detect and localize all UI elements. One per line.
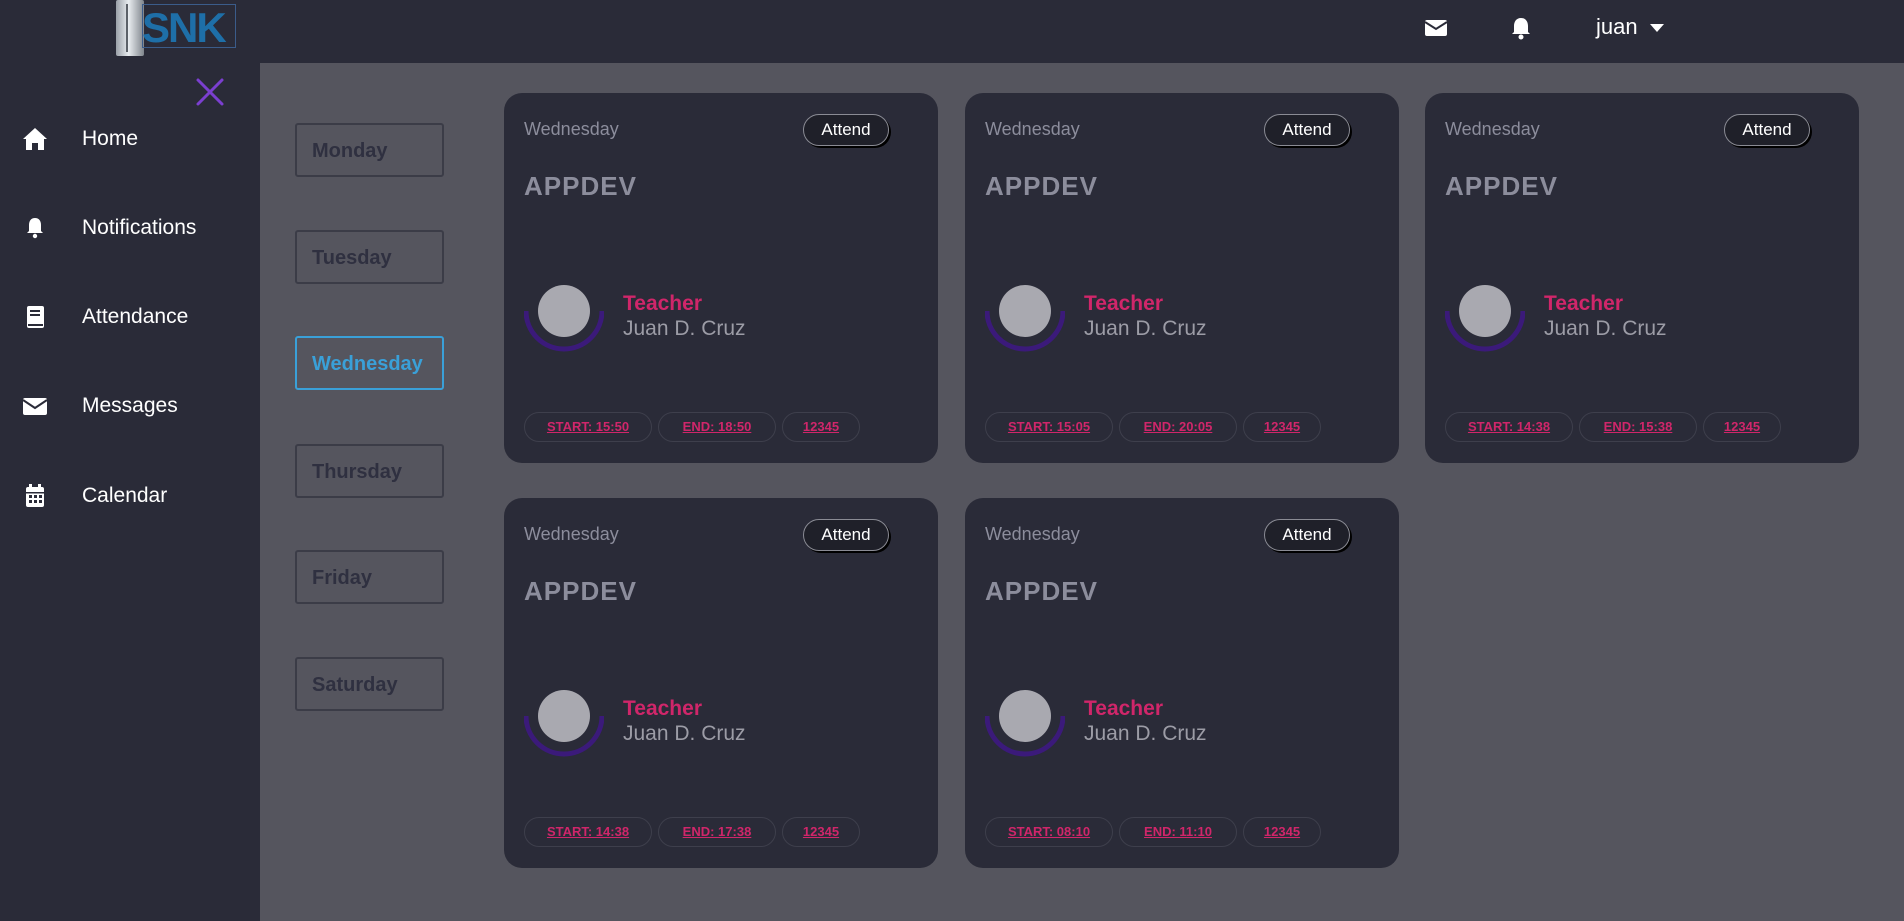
sidebar-item-calendar[interactable]: Calendar xyxy=(0,471,260,521)
teacher-avatar xyxy=(984,283,1066,363)
app-logo[interactable]: SNK xyxy=(112,0,236,56)
avatar xyxy=(538,690,590,742)
teacher-avatar xyxy=(523,283,605,363)
attend-button[interactable]: Attend xyxy=(803,114,889,146)
envelope-icon xyxy=(22,398,48,415)
day-button-saturday[interactable]: Saturday xyxy=(295,657,444,711)
class-card: Wednesday Attend APPDEV Teacher Juan D. … xyxy=(1425,93,1859,463)
class-card: Wednesday Attend APPDEV Teacher Juan D. … xyxy=(504,498,938,868)
teacher-name: Juan D. Cruz xyxy=(1544,317,1667,340)
day-button-friday[interactable]: Friday xyxy=(295,550,444,604)
teacher-label: Teacher xyxy=(1084,292,1163,315)
class-code-link[interactable]: 12345 xyxy=(1243,412,1321,442)
teacher-label: Teacher xyxy=(623,292,702,315)
card-day-label: Wednesday xyxy=(524,524,619,544)
sidebar-item-notifications[interactable]: Notifications xyxy=(0,203,260,253)
close-icon[interactable] xyxy=(195,77,225,107)
book-icon xyxy=(27,306,44,328)
start-time-link[interactable]: START: 15:50 xyxy=(524,412,652,442)
day-button-tuesday[interactable]: Tuesday xyxy=(295,230,444,284)
avatar xyxy=(999,285,1051,337)
teacher-label: Teacher xyxy=(1084,697,1163,720)
avatar xyxy=(538,285,590,337)
end-time-link[interactable]: END: 17:38 xyxy=(658,817,776,847)
start-time-link[interactable]: START: 15:05 xyxy=(985,412,1113,442)
class-title: APPDEV xyxy=(985,171,1098,201)
class-code-link[interactable]: 12345 xyxy=(1703,412,1781,442)
attend-button[interactable]: Attend xyxy=(803,519,889,551)
card-day-label: Wednesday xyxy=(524,119,619,139)
day-button-wednesday[interactable]: Wednesday xyxy=(295,336,444,390)
class-card: Wednesday Attend APPDEV Teacher Juan D. … xyxy=(504,93,938,463)
class-title: APPDEV xyxy=(524,576,637,606)
top-bar: SNK juan xyxy=(0,0,1904,63)
calendar-icon xyxy=(26,484,44,507)
start-time-link[interactable]: START: 14:38 xyxy=(524,817,652,847)
teacher-avatar xyxy=(523,688,605,768)
teacher-name: Juan D. Cruz xyxy=(1084,317,1207,340)
teacher-name: Juan D. Cruz xyxy=(1084,722,1207,745)
bell-icon xyxy=(27,218,43,239)
avatar xyxy=(999,690,1051,742)
class-code-link[interactable]: 12345 xyxy=(782,817,860,847)
teacher-name: Juan D. Cruz xyxy=(623,317,746,340)
sidebar: Home Notifications Attendance Messages C… xyxy=(0,63,260,921)
attend-button[interactable]: Attend xyxy=(1264,519,1350,551)
start-time-link[interactable]: START: 08:10 xyxy=(985,817,1113,847)
caret-down-icon[interactable] xyxy=(1650,24,1664,32)
card-day-label: Wednesday xyxy=(985,524,1080,544)
day-button-monday[interactable]: Monday xyxy=(295,123,444,177)
end-time-link[interactable]: END: 15:38 xyxy=(1579,412,1697,442)
sidebar-item-label: Attendance xyxy=(82,305,189,328)
end-time-link[interactable]: END: 11:10 xyxy=(1119,817,1237,847)
teacher-avatar xyxy=(1444,283,1526,363)
class-card: Wednesday Attend APPDEV Teacher Juan D. … xyxy=(965,498,1399,868)
end-time-link[interactable]: END: 20:05 xyxy=(1119,412,1237,442)
envelope-icon[interactable] xyxy=(1424,16,1448,40)
day-button-thursday[interactable]: Thursday xyxy=(295,444,444,498)
sidebar-item-home[interactable]: Home xyxy=(0,114,260,164)
teacher-label: Teacher xyxy=(1544,292,1623,315)
logo-text: SNK xyxy=(142,4,227,51)
sidebar-item-label: Messages xyxy=(82,394,178,417)
home-icon xyxy=(23,128,47,150)
teacher-name: Juan D. Cruz xyxy=(623,722,746,745)
class-title: APPDEV xyxy=(1445,171,1558,201)
user-menu[interactable]: juan xyxy=(1596,14,1638,40)
start-time-link[interactable]: START: 14:38 xyxy=(1445,412,1573,442)
logo-book-icon xyxy=(116,0,144,56)
attend-button[interactable]: Attend xyxy=(1724,114,1810,146)
end-time-link[interactable]: END: 18:50 xyxy=(658,412,776,442)
avatar xyxy=(1459,285,1511,337)
bell-icon[interactable] xyxy=(1509,16,1533,40)
card-day-label: Wednesday xyxy=(1445,119,1540,139)
class-code-link[interactable]: 12345 xyxy=(782,412,860,442)
sidebar-item-label: Home xyxy=(82,127,139,150)
sidebar-item-messages[interactable]: Messages xyxy=(0,381,260,431)
teacher-label: Teacher xyxy=(623,697,702,720)
class-title: APPDEV xyxy=(524,171,637,201)
teacher-avatar xyxy=(984,688,1066,768)
class-code-link[interactable]: 12345 xyxy=(1243,817,1321,847)
class-card: Wednesday Attend APPDEV Teacher Juan D. … xyxy=(965,93,1399,463)
sidebar-item-label: Calendar xyxy=(82,484,168,507)
sidebar-item-label: Notifications xyxy=(82,216,197,239)
sidebar-item-attendance[interactable]: Attendance xyxy=(0,292,260,342)
card-day-label: Wednesday xyxy=(985,119,1080,139)
class-title: APPDEV xyxy=(985,576,1098,606)
attend-button[interactable]: Attend xyxy=(1264,114,1350,146)
